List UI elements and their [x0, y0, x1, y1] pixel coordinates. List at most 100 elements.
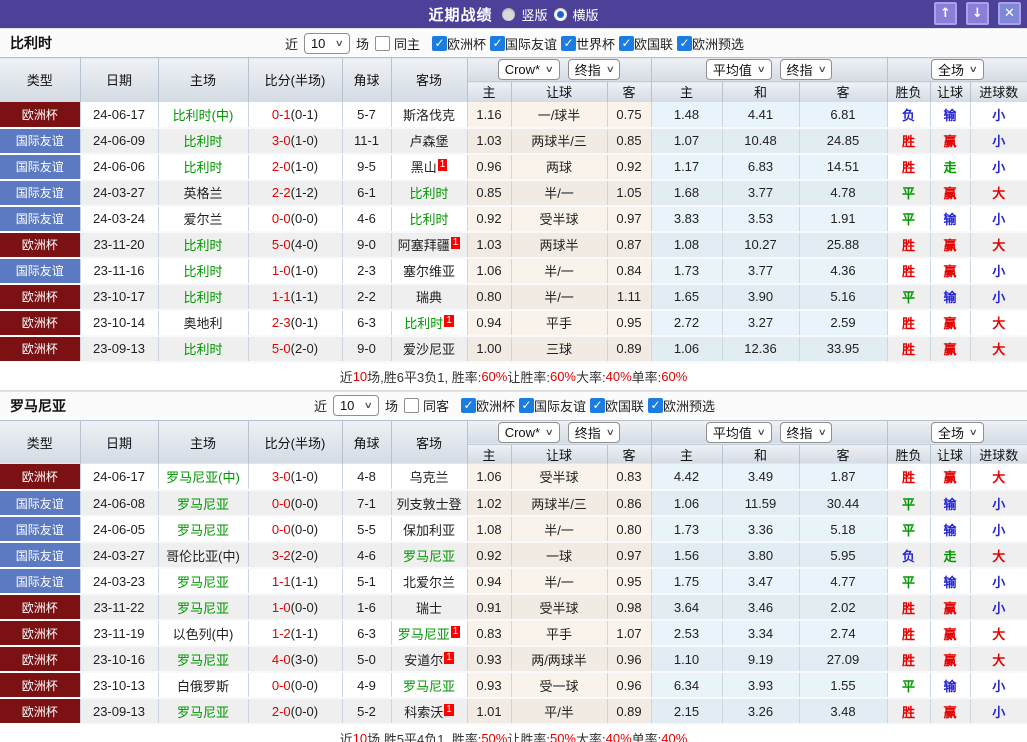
avg-home-cell: 1.06	[651, 490, 722, 516]
scope-select[interactable]: 全场 ∨	[931, 422, 984, 443]
team-name: 罗马尼亚	[10, 396, 66, 416]
goals-result-cell: 小	[970, 490, 1027, 516]
away-team-cell: 瑞士	[391, 594, 467, 620]
horizontal-layout-radio[interactable]	[554, 8, 567, 21]
result-value: 赢	[943, 134, 956, 149]
match-row: 欧洲杯23-10-17比利时1-1(1-1)2-2瑞典0.80半/一1.111.…	[0, 284, 1027, 310]
goals-result-cell: 小	[970, 284, 1027, 310]
league-checkbox[interactable]: ✓	[648, 398, 663, 413]
match-type-cell: 国际友谊	[0, 542, 80, 568]
avg-draw-cell: 11.59	[722, 490, 799, 516]
handicap-cell: 两球半/三	[511, 128, 607, 154]
match-count-select[interactable]: 10 ∨	[304, 33, 350, 54]
subcol-result: 胜负	[887, 444, 930, 464]
result-cell: 胜	[887, 258, 930, 284]
handicap-cell: 受一球	[511, 672, 607, 698]
card-badge: 1	[444, 315, 454, 327]
corners-cell: 9-5	[342, 154, 391, 180]
avg-draw-cell: 3.49	[722, 464, 799, 490]
average-select[interactable]: 平均值 ∨	[706, 59, 772, 80]
move-up-button[interactable]: ↑	[934, 2, 957, 25]
away-team-cell: 比利时1	[391, 310, 467, 336]
handicap-final-select[interactable]: 终指 ∨	[568, 59, 621, 80]
same-venue-checkbox[interactable]	[404, 398, 419, 413]
away-team-cell: 列支敦士登	[391, 490, 467, 516]
odds-company-select[interactable]: Crow* ∨	[498, 422, 560, 443]
record-summary: 近10场,胜6平3负1, 胜率:60% 让胜率:60% 大率:40% 单率:60…	[0, 363, 1027, 391]
same-venue-checkbox[interactable]	[375, 36, 390, 51]
league-checkbox[interactable]: ✓	[519, 398, 534, 413]
col-header-score: 比分(半场)	[248, 58, 342, 102]
scope-select[interactable]: 全场 ∨	[931, 59, 984, 80]
odds-company-select[interactable]: Crow* ∨	[498, 59, 560, 80]
match-date-cell: 23-11-16	[80, 258, 158, 284]
match-type-cell: 欧洲杯	[0, 284, 80, 310]
handicap-final-select[interactable]: 终指 ∨	[568, 422, 621, 443]
match-row: 国际友谊24-06-06比利时2-0(1-0)9-5黑山10.96两球0.921…	[0, 154, 1027, 180]
match-count-select[interactable]: 10 ∨	[333, 395, 379, 416]
match-type-cell: 欧洲杯	[0, 102, 80, 128]
average-select[interactable]: 平均值 ∨	[706, 422, 772, 443]
avg-away-cell: 1.55	[799, 672, 887, 698]
subcol-goals-result: 进球数	[970, 444, 1027, 464]
result-value: 小	[992, 134, 1005, 149]
score-cell: 3-0(1-0)	[248, 464, 342, 490]
league-label: 国际友谊	[505, 34, 557, 53]
league-checkbox[interactable]: ✓	[677, 36, 692, 51]
handicap-cell: 两球	[511, 154, 607, 180]
summary-part: 60%	[481, 369, 507, 384]
goals-result-cell: 大	[970, 232, 1027, 258]
corners-cell: 2-2	[342, 284, 391, 310]
avg-away-cell: 33.95	[799, 336, 887, 362]
corners-cell: 6-1	[342, 180, 391, 206]
half-score: (0-0)	[291, 704, 318, 719]
match-type-cell: 欧洲杯	[0, 698, 80, 724]
corners-cell: 9-0	[342, 336, 391, 362]
league-checkbox[interactable]: ✓	[432, 36, 447, 51]
avg-away-cell: 3.48	[799, 698, 887, 724]
avg-home-cell: 3.83	[651, 206, 722, 232]
result-value: 平	[902, 679, 915, 694]
league-checkbox[interactable]: ✓	[590, 398, 605, 413]
league-checkbox[interactable]: ✓	[619, 36, 634, 51]
league-checkbox[interactable]: ✓	[561, 36, 576, 51]
result-value: 输	[943, 108, 956, 123]
result-value: 平	[902, 212, 915, 227]
avg-home-cell: 6.34	[651, 672, 722, 698]
close-button[interactable]: ✕	[998, 2, 1021, 25]
match-row: 欧洲杯23-11-20比利时5-0(4-0)9-0阿塞拜疆11.03两球半0.8…	[0, 232, 1027, 258]
away-odds-cell: 0.84	[607, 258, 651, 284]
match-type-cell: 国际友谊	[0, 258, 80, 284]
handicap-result-cell: 输	[930, 490, 970, 516]
match-type-cell: 国际友谊	[0, 206, 80, 232]
half-score: (1-1)	[291, 626, 318, 641]
match-date-cell: 23-10-17	[80, 284, 158, 310]
match-row: 国际友谊24-03-27哥伦比亚(中)3-2(2-0)4-6罗马尼亚0.92一球…	[0, 542, 1027, 568]
summary-part: 让胜率:	[507, 729, 550, 742]
subcol-goals-result: 进球数	[970, 82, 1027, 102]
score-cell: 5-0(2-0)	[248, 336, 342, 362]
league-checkbox[interactable]: ✓	[461, 398, 476, 413]
away-team-name: 北爱尔兰	[403, 575, 455, 590]
average-final-select[interactable]: 终指 ∨	[780, 59, 833, 80]
match-date-cell: 23-10-13	[80, 672, 158, 698]
home-team-cell: 以色列(中)	[158, 620, 248, 646]
half-score: (0-0)	[291, 522, 318, 537]
match-row: 国际友谊24-03-27英格兰2-2(1-2)6-1比利时0.85半/一1.05…	[0, 180, 1027, 206]
match-date-cell: 24-06-17	[80, 464, 158, 490]
avg-away-cell: 4.77	[799, 568, 887, 594]
handicap-result-cell: 输	[930, 672, 970, 698]
average-final-select[interactable]: 终指 ∨	[780, 422, 833, 443]
league-label: 欧国联	[605, 396, 644, 415]
match-type-cell: 国际友谊	[0, 490, 80, 516]
vertical-layout-radio[interactable]	[502, 8, 515, 21]
home-odds-cell: 1.01	[467, 698, 511, 724]
result-value: 赢	[943, 653, 956, 668]
league-checkbox[interactable]: ✓	[490, 36, 505, 51]
away-team-name: 科索沃	[404, 705, 443, 720]
move-down-button[interactable]: ↓	[966, 2, 989, 25]
match-row: 国际友谊24-06-08罗马尼亚0-0(0-0)7-1列支敦士登1.02两球半/…	[0, 490, 1027, 516]
half-score: (3-0)	[291, 652, 318, 667]
summary-part: 近	[340, 729, 353, 742]
handicap-result-cell: 输	[930, 284, 970, 310]
